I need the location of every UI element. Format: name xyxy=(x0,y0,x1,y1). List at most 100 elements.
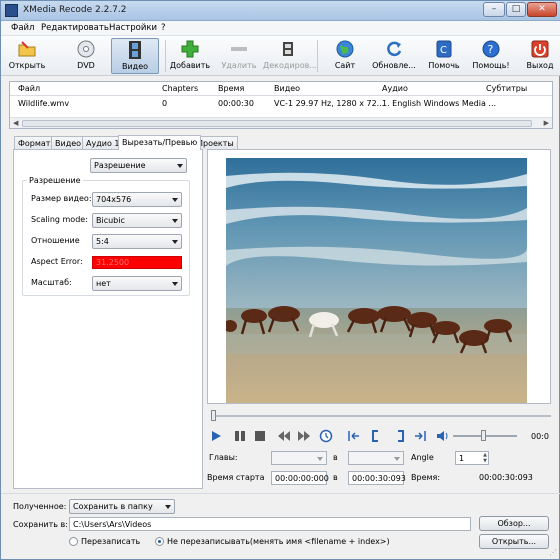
aspect-error-value: 31.2500 xyxy=(92,256,182,269)
mark-in-icon[interactable] xyxy=(369,429,383,443)
add-button[interactable]: Добавить xyxy=(169,38,211,74)
globe-icon xyxy=(336,40,354,58)
column-header[interactable]: Видео xyxy=(274,84,300,93)
open-folder-icon xyxy=(18,41,36,57)
seek-slider[interactable] xyxy=(211,410,551,422)
support-button[interactable]: ? Помощь! xyxy=(469,38,513,74)
maximize-button[interactable]: □ xyxy=(506,2,526,17)
save-path-input[interactable]: C:\Users\Ars\Videos xyxy=(69,517,471,531)
menu-settings[interactable]: Настройки xyxy=(109,23,157,33)
table-cell: 00:00:30 xyxy=(218,99,254,108)
video-preview xyxy=(226,158,527,403)
decode-button[interactable]: Декодиров... xyxy=(263,38,317,74)
table-row[interactable]: Wildlife.wmv 0 00:00:30 VC-1 29.97 Hz, 1… xyxy=(10,97,552,111)
rewind-icon[interactable] xyxy=(277,429,291,443)
column-header[interactable]: Файл xyxy=(18,84,40,93)
mark-out-icon[interactable] xyxy=(393,429,407,443)
angle-spinner[interactable]: 1 ▲ ▼ xyxy=(455,451,489,465)
scroll-right-icon[interactable]: ▶ xyxy=(544,119,549,127)
exit-icon xyxy=(531,40,549,58)
end-time-to-label: в xyxy=(333,473,338,482)
open-folder-button[interactable]: Открыть... xyxy=(479,534,549,549)
update-button[interactable]: Обновле... xyxy=(369,38,419,74)
end-time-field[interactable]: 00:00:30:093 xyxy=(348,471,406,485)
video-button[interactable]: Видео xyxy=(111,38,159,74)
volume-icon[interactable] xyxy=(435,429,449,443)
dvd-icon xyxy=(77,40,95,58)
go-to-start-icon[interactable] xyxy=(347,429,361,443)
scaling-mode-dropdown[interactable]: Bicubic xyxy=(92,213,182,228)
resize-grip-icon[interactable]: ⋰ xyxy=(549,548,557,557)
chevron-down-icon xyxy=(165,505,171,509)
chapters-label: Главы: xyxy=(209,453,238,462)
menu-help[interactable]: ? xyxy=(161,23,166,33)
spinner-arrows-icon[interactable]: ▲ ▼ xyxy=(483,452,487,464)
menu-file[interactable]: Файл xyxy=(11,23,34,33)
scale-label: Масштаб: xyxy=(31,278,72,287)
output-dropdown[interactable]: Сохранить в папку xyxy=(69,499,175,514)
angle-label: Angle xyxy=(411,453,434,462)
chapter-start-dropdown[interactable] xyxy=(271,451,327,465)
scroll-left-icon[interactable]: ◀ xyxy=(13,119,18,127)
refresh-icon xyxy=(387,41,402,57)
mode-dropdown[interactable]: Разрешение xyxy=(90,158,187,173)
menu-edit[interactable]: Редактировать xyxy=(41,23,109,33)
tab-format[interactable]: Формат xyxy=(14,136,55,150)
tab-video[interactable]: Видео xyxy=(51,136,86,150)
menu-bar: Файл Редактировать Настройки ? xyxy=(1,21,560,36)
column-header[interactable]: Аудио xyxy=(382,84,408,93)
aspect-ratio-dropdown[interactable]: 5:4 xyxy=(92,234,182,249)
column-header[interactable]: Субтитры xyxy=(486,84,527,93)
tab-cut-preview[interactable]: Вырезать/Превью xyxy=(118,135,202,150)
edge-time-text: 00:0 xyxy=(531,432,549,441)
start-time-field[interactable]: 00:00:00:000 xyxy=(271,471,329,485)
play-icon[interactable] xyxy=(209,429,223,443)
stop-icon[interactable] xyxy=(253,429,267,443)
column-header[interactable]: Время xyxy=(218,84,244,93)
website-button[interactable]: Сайт xyxy=(327,38,363,74)
overwrite-label[interactable]: Перезаписать xyxy=(81,537,140,546)
chevron-down-icon xyxy=(172,240,178,244)
settings-panel: Разрешение Разрешение Размер видео: 704x… xyxy=(13,149,203,489)
open-button[interactable]: Открыть xyxy=(7,38,47,74)
browse-button[interactable]: Обзор... xyxy=(479,516,549,531)
resolution-group: Разрешение Размер видео: 704x576 Scaling… xyxy=(22,176,190,296)
volume-slider[interactable] xyxy=(481,430,486,441)
scale-dropdown[interactable]: нет xyxy=(92,276,182,291)
toolbar-separator xyxy=(317,40,318,72)
aspect-ratio-label: Отношение xyxy=(31,236,80,245)
start-time-label: Время старта xyxy=(207,473,265,482)
table-cell: Wildlife.wmv xyxy=(18,99,70,108)
manual-button[interactable]: C Помочь xyxy=(425,38,463,74)
exit-button[interactable]: Выход xyxy=(521,38,559,74)
scroll-thumb[interactable] xyxy=(22,120,532,127)
close-button[interactable]: ✕ xyxy=(527,2,557,17)
minimize-button[interactable]: – xyxy=(483,2,505,17)
no-overwrite-radio[interactable] xyxy=(155,537,164,546)
go-to-end-icon[interactable] xyxy=(413,429,427,443)
divider xyxy=(1,493,560,494)
file-list-header: Файл Chapters Время Видео Аудио Субтитры xyxy=(10,82,552,96)
horizontal-scrollbar[interactable]: ◀ ▶ xyxy=(10,117,552,128)
save-to-label: Сохранить в: xyxy=(13,520,68,529)
aspect-error-label: Aspect Error: xyxy=(31,257,83,266)
svg-text:C: C xyxy=(440,45,447,56)
film-reel-icon xyxy=(283,42,293,56)
overwrite-radio[interactable] xyxy=(69,537,78,546)
clock-icon[interactable] xyxy=(319,429,333,443)
chapter-end-dropdown[interactable] xyxy=(348,451,404,465)
seek-handle[interactable] xyxy=(211,410,216,421)
fast-forward-icon[interactable] xyxy=(297,429,311,443)
column-header[interactable]: Chapters xyxy=(162,84,198,93)
question-icon: ? xyxy=(482,40,500,58)
video-size-dropdown[interactable]: 704x576 xyxy=(92,192,182,207)
group-title: Разрешение xyxy=(27,176,83,185)
output-label: Полученное: xyxy=(13,502,67,511)
preview-panel xyxy=(207,149,551,404)
no-overwrite-label[interactable]: Не перезаписывать(менять имя <filename +… xyxy=(167,537,390,546)
delete-button[interactable]: Удалить xyxy=(219,38,259,74)
dvd-button[interactable]: DVD xyxy=(67,38,105,74)
pause-icon[interactable] xyxy=(233,429,247,443)
file-list: Файл Chapters Время Видео Аудио Субтитры… xyxy=(9,81,553,129)
table-cell: VC-1 29.97 Hz, 1280 x 72... xyxy=(274,99,385,108)
